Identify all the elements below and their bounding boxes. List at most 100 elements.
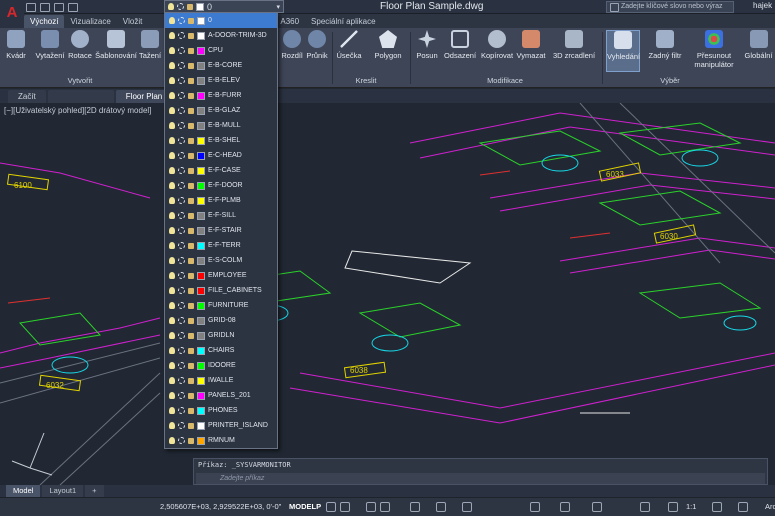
file-tab-start[interactable]: Začít xyxy=(8,90,46,103)
freeze-icon[interactable] xyxy=(178,347,185,354)
bulb-icon[interactable] xyxy=(169,122,175,129)
freeze-icon[interactable] xyxy=(178,32,185,39)
snap-icon[interactable] xyxy=(340,502,350,512)
bulb-icon[interactable] xyxy=(169,332,175,339)
freeze-icon[interactable] xyxy=(178,317,185,324)
workspace-label[interactable]: Arc xyxy=(765,502,775,511)
move-button[interactable]: Posun xyxy=(414,30,440,72)
lock-icon[interactable] xyxy=(188,47,194,54)
3d-osnap-icon[interactable] xyxy=(560,502,570,512)
lock-icon[interactable] xyxy=(188,227,194,234)
lock-icon[interactable] xyxy=(188,437,194,444)
copy-button[interactable]: Kopírovat xyxy=(479,30,515,72)
plus-icon[interactable] xyxy=(738,502,748,512)
bulb-icon[interactable] xyxy=(169,362,175,369)
freeze-icon[interactable] xyxy=(178,62,185,69)
lock-icon[interactable] xyxy=(188,152,194,159)
lock-icon[interactable] xyxy=(188,212,194,219)
lock-icon[interactable] xyxy=(188,32,194,39)
extrude-button[interactable]: Vytažení xyxy=(34,30,66,72)
freeze-icon[interactable] xyxy=(178,422,185,429)
drawing-viewport[interactable]: [−][Uživatelský pohled][2D drátový model… xyxy=(0,103,775,485)
app-logo-button[interactable]: A xyxy=(0,0,24,28)
layer-row[interactable]: E-F-SILL xyxy=(165,208,277,223)
bulb-icon[interactable] xyxy=(169,392,175,399)
annotation-visibility-icon[interactable] xyxy=(668,502,678,512)
undo-icon[interactable] xyxy=(40,2,50,12)
lock-icon[interactable] xyxy=(188,17,194,24)
lock-icon[interactable] xyxy=(188,182,194,189)
bulb-icon[interactable] xyxy=(169,107,175,114)
group-title-vytvorit[interactable]: Vytvořit xyxy=(40,76,120,86)
layer-row[interactable]: E-B-SHEL xyxy=(165,133,277,148)
command-input[interactable]: Zadejte příkaz xyxy=(196,473,765,484)
lineweight-icon[interactable] xyxy=(436,502,446,512)
intersect-button[interactable]: Průnik xyxy=(305,30,329,72)
freeze-icon[interactable] xyxy=(178,377,185,384)
annotation-scale[interactable]: 1:1 xyxy=(686,502,696,511)
bulb-icon[interactable] xyxy=(169,422,175,429)
layer-row[interactable]: PRINTER_ISLAND xyxy=(165,418,277,433)
polar-icon[interactable] xyxy=(380,502,390,512)
search-input[interactable]: Zadejte klíčové slovo nebo výraz xyxy=(606,1,734,13)
bulb-icon[interactable] xyxy=(169,287,175,294)
bulb-icon[interactable] xyxy=(169,62,175,69)
layer-row[interactable]: CHAIRS xyxy=(165,343,277,358)
freeze-icon[interactable] xyxy=(178,227,185,234)
tab-specialni-aplikace[interactable]: Speciální aplikace xyxy=(305,15,381,28)
tab-vizualizace[interactable]: Vizualizace xyxy=(64,15,116,28)
tab-a360[interactable]: A360 xyxy=(274,15,305,28)
bulb-icon[interactable] xyxy=(169,272,175,279)
freeze-icon[interactable] xyxy=(178,332,185,339)
bulb-icon[interactable] xyxy=(169,137,175,144)
layer-row[interactable]: E-B-FURR xyxy=(165,88,277,103)
layer-row[interactable]: 0 xyxy=(165,13,277,28)
bulb-icon[interactable] xyxy=(169,377,175,384)
layer-row[interactable]: E-F-PLMB xyxy=(165,193,277,208)
tab-vychozi[interactable]: Výchozí xyxy=(24,15,65,28)
layer-row[interactable]: IDOORE xyxy=(165,358,277,373)
freeze-icon[interactable] xyxy=(178,77,185,84)
layer-row[interactable]: A-DOOR-TRIM-3D xyxy=(165,28,277,43)
layer-row[interactable]: FURNITURE xyxy=(165,298,277,313)
lock-icon[interactable] xyxy=(188,317,194,324)
layer-row[interactable]: FILE_CABINETS xyxy=(165,283,277,298)
freeze-icon[interactable] xyxy=(178,152,185,159)
lock-icon[interactable] xyxy=(188,377,194,384)
bulb-icon[interactable] xyxy=(169,17,175,24)
lock-icon[interactable] xyxy=(188,137,194,144)
freeze-icon[interactable] xyxy=(178,212,185,219)
lock-icon[interactable] xyxy=(188,272,194,279)
polygon-button[interactable]: Polygon xyxy=(372,30,404,72)
bulb-icon[interactable] xyxy=(169,182,175,189)
filter-button[interactable]: Zadný filtr xyxy=(645,30,685,72)
freeze-icon[interactable] xyxy=(178,272,185,279)
freeze-icon[interactable] xyxy=(178,287,185,294)
bulb-icon[interactable] xyxy=(169,32,175,39)
gizmo-button[interactable]: Přesunout manipulátor xyxy=(690,30,738,72)
layer-row[interactable]: CPU xyxy=(165,43,277,58)
lock-icon[interactable] xyxy=(188,347,194,354)
layer-row[interactable]: PANELS_201 xyxy=(165,388,277,403)
gear-icon[interactable] xyxy=(712,502,722,512)
group-title-kreslit[interactable]: Kreslit xyxy=(336,76,396,86)
lock-icon[interactable] xyxy=(188,167,194,174)
select-button[interactable]: Vyhledání xyxy=(606,30,640,72)
freeze-icon[interactable] xyxy=(178,392,185,399)
tab-layout1[interactable]: Layout1 xyxy=(42,485,84,497)
freeze-icon[interactable] xyxy=(178,302,185,309)
layer-row[interactable]: E-C-HEAD xyxy=(165,148,277,163)
freeze-icon[interactable] xyxy=(178,257,185,264)
bulb-icon[interactable] xyxy=(169,197,175,204)
lock-icon[interactable] xyxy=(188,422,194,429)
layer-row[interactable]: E-B-CORE xyxy=(165,58,277,73)
freeze-icon[interactable] xyxy=(178,17,185,24)
bulb-icon[interactable] xyxy=(169,302,175,309)
layer-row[interactable]: EMPLOYEE xyxy=(165,268,277,283)
layer-row[interactable]: IWALLE xyxy=(165,373,277,388)
transparency-icon[interactable] xyxy=(462,502,472,512)
bulb-icon[interactable] xyxy=(169,407,175,414)
coordinates-readout[interactable]: 2,505607E+03, 2,929522E+03, 0'-0" xyxy=(160,502,281,511)
global-button[interactable]: Globální xyxy=(742,30,775,72)
model-space-button[interactable]: MODELP xyxy=(289,502,321,511)
